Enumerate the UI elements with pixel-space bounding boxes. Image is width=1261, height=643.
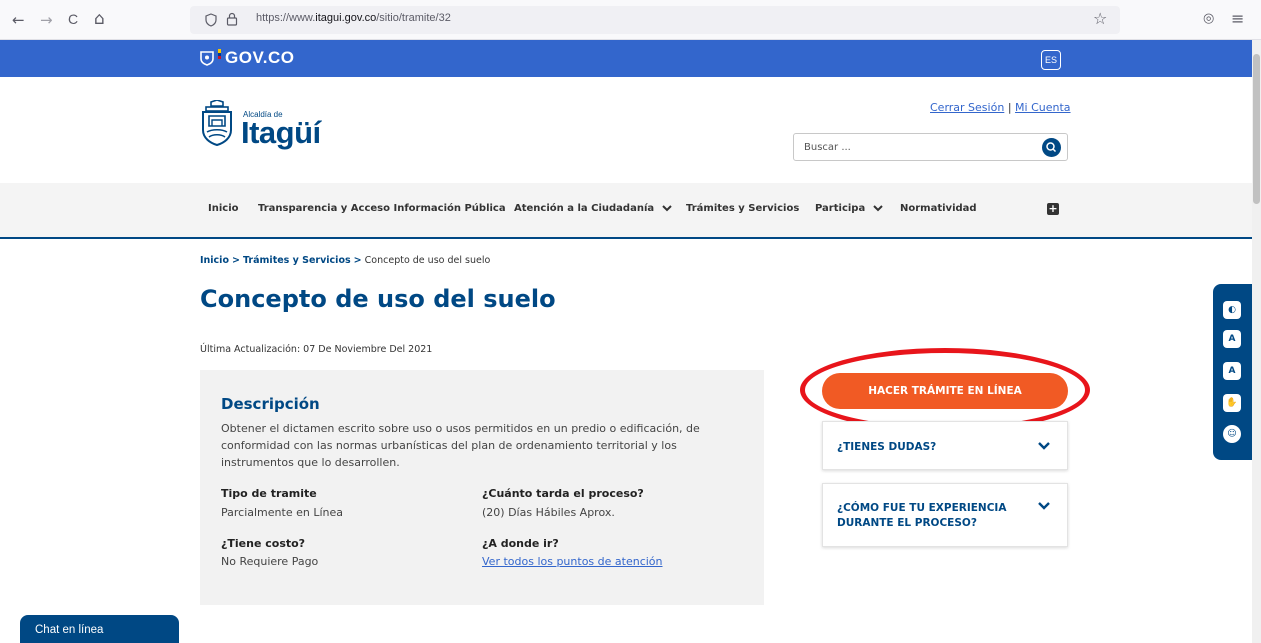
process-time-label: ¿Cuánto tarda el proceso? [482,487,644,500]
sign-language-icon[interactable]: ✋ [1223,394,1241,412]
main-menu: Inicio Transparencia y Acceso Informació… [0,183,1252,239]
logout-link[interactable]: Cerrar Sesión [930,101,1004,114]
account-links: Cerrar Sesión | Mi Cuenta [930,101,1071,114]
experience-accordion[interactable]: ¿CÓMO FUE TU EXPERIENCIA DURANTE EL PROC… [822,483,1068,547]
search-button[interactable] [1042,138,1061,157]
description-title: Descripción [221,395,320,413]
description-text: Obtener el dictamen escrito sobre uso o … [221,422,700,469]
menu-item-atencion[interactable]: Atención a la Ciudadanía [514,203,672,214]
chevron-down-icon [1038,442,1050,450]
logo-title[interactable]: Itagüí [241,115,321,151]
font-increase-icon[interactable]: A [1223,362,1241,380]
search-icon [1046,142,1057,153]
home-icon[interactable]: ⌂ [94,9,105,29]
lock-icon [226,12,238,26]
menu-item-label: Atención a la Ciudadanía [514,203,655,214]
my-account-link[interactable]: Mi Cuenta [1015,101,1071,114]
scrollbar-thumb[interactable] [1253,54,1260,204]
chevron-down-icon [872,205,883,212]
process-time-value: (20) Días Hábiles Aprox. [482,506,615,519]
breadcrumb-tramites[interactable]: Trámites y Servicios [243,255,351,266]
itagui-crest-icon[interactable] [200,100,234,146]
menu-item-label: Participa [815,203,866,214]
menu-more-button[interactable]: + [1047,203,1059,215]
gov-flag-mark-icon [218,49,221,59]
menu-item-participa[interactable]: Participa [815,203,883,214]
breadcrumb-current: Concepto de uso del suelo [364,255,491,266]
url-text[interactable]: https://www.itagui.gov.co/sitio/tramite/… [256,12,451,24]
forward-icon[interactable]: → [40,11,53,29]
description-card: Descripción Obtener el dictamen escrito … [200,370,764,605]
experience-label: ¿CÓMO FUE TU EXPERIENCIA DURANTE EL PROC… [837,501,1006,531]
doubts-label: ¿TIENES DUDAS? [837,441,937,453]
attention-points-link[interactable]: Ver todos los puntos de atención [482,555,663,568]
breadcrumb-separator: > [353,255,362,266]
site-header: Alcaldía de Itagüí Cerrar Sesión | Mi Cu… [0,77,1252,183]
menu-item-tramites[interactable]: Trámites y Servicios [686,203,799,214]
cost-label: ¿Tiene costo? [221,537,306,550]
chevron-down-icon [1038,502,1050,510]
browser-toolbar: ← → C ⌂ https://www.itagui.gov.co/sitio/… [0,0,1261,40]
chevron-down-icon [661,205,672,212]
link-separator: | [1007,101,1012,114]
back-icon[interactable]: ← [12,11,25,29]
breadcrumb: Inicio > Trámites y Servicios > Concepto… [200,255,490,266]
emoji-icon[interactable]: ☺ [1223,425,1241,443]
pocket-icon[interactable]: ◎ [1203,11,1214,26]
menu-item-inicio[interactable]: Inicio [208,203,239,214]
gov-bar: GOV.CO ES [0,40,1252,77]
search-box [793,133,1068,161]
shield-icon [205,13,217,27]
gov-logo[interactable]: GOV.CO [225,48,294,68]
breadcrumb-separator: > [232,255,240,266]
chat-online-tab[interactable]: Chat en línea [20,615,179,643]
experience-label-line1: ¿CÓMO FUE TU EXPERIENCIA [837,502,1007,514]
tramite-type-label: Tipo de tramite [221,487,317,500]
contrast-icon[interactable]: ◐ [1223,301,1241,319]
where-label: ¿A donde ir? [482,537,559,550]
doubts-accordion[interactable]: ¿TIENES DUDAS? [822,421,1068,470]
gov-shield-icon [200,51,214,66]
web-page: GOV.CO ES Alcaldía de Itagüí Cerrar Sesi… [0,40,1252,643]
app-menu-icon[interactable]: ≡ [1231,9,1244,28]
search-input[interactable] [794,134,1034,160]
breadcrumb-home[interactable]: Inicio [200,255,229,266]
accessibility-toolbar: ◐ A A ✋ ☺ [1213,284,1252,460]
font-decrease-icon[interactable]: A [1223,330,1241,348]
experience-label-line2: DURANTE EL PROCESO? [837,517,977,529]
last-updated: Última Actualización: 07 De Noviembre De… [200,344,433,355]
page-title: Concepto de uso del suelo [200,285,556,313]
bookmark-star-icon[interactable]: ☆ [1093,9,1107,28]
page-scrollbar[interactable] [1252,40,1261,643]
tramite-type-value: Parcialmente en Línea [221,506,343,519]
menu-item-normatividad[interactable]: Normatividad [900,203,977,214]
menu-item-transparencia[interactable]: Transparencia y Acceso Información Públi… [258,203,506,214]
language-button[interactable]: ES [1041,50,1061,70]
reload-icon[interactable]: C [68,11,78,27]
cost-value: No Requiere Pago [221,555,319,568]
online-tramite-button[interactable]: HACER TRÁMITE EN LÍNEA [822,373,1068,409]
